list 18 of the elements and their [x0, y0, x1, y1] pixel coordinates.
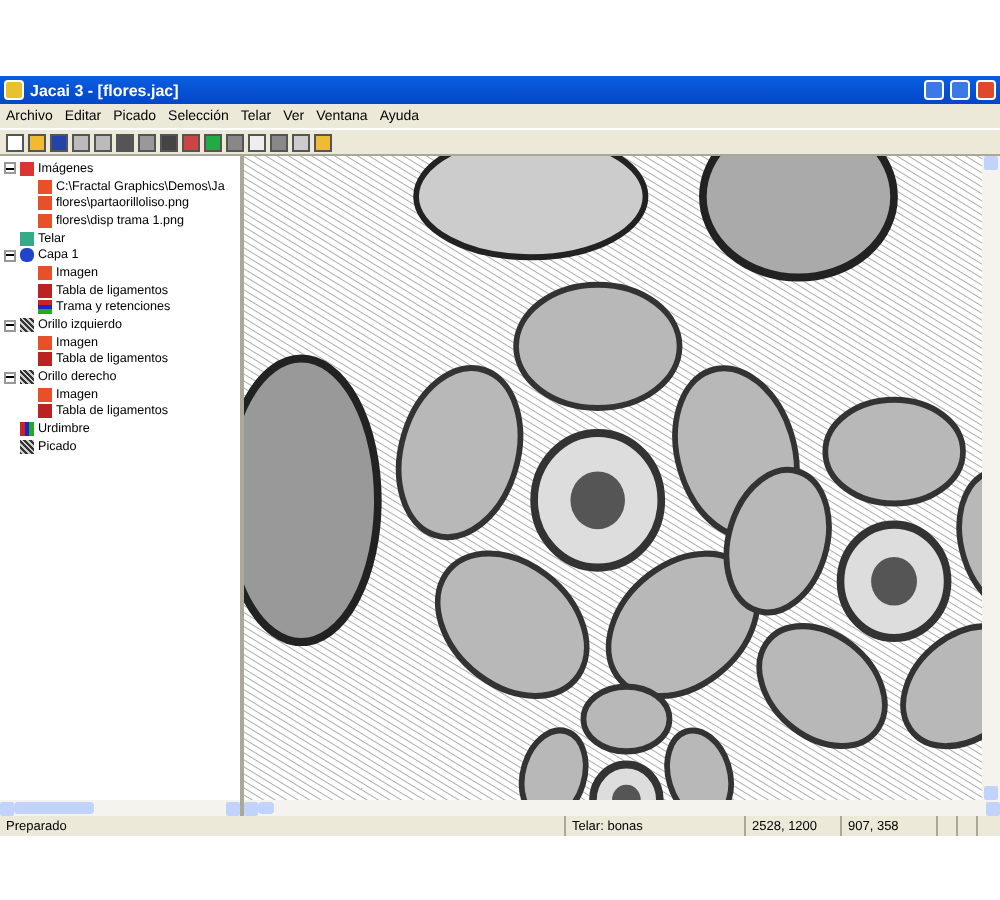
app-icon [4, 80, 24, 100]
restore-button[interactable] [950, 80, 970, 100]
horizontal-scrollbar[interactable] [244, 800, 1000, 816]
edge-icon [20, 370, 34, 385]
weft-icon [38, 300, 52, 315]
collapse-toggle[interactable] [4, 162, 16, 175]
horizontal-scrollbar[interactable] [0, 800, 240, 816]
minimize-button[interactable] [924, 80, 944, 100]
collapse-toggle[interactable] [4, 249, 16, 262]
layer-icon [20, 248, 34, 263]
close-button[interactable] [976, 80, 996, 100]
edge-icon [20, 439, 34, 454]
window-title: Jacai 3 - [flores.jac] [30, 81, 181, 99]
warp-icon [20, 422, 34, 437]
vertical-scrollbar[interactable] [982, 156, 1000, 800]
collapse-toggle[interactable] [4, 319, 16, 332]
collapse-toggle[interactable] [4, 371, 16, 384]
edge-icon [20, 318, 34, 333]
